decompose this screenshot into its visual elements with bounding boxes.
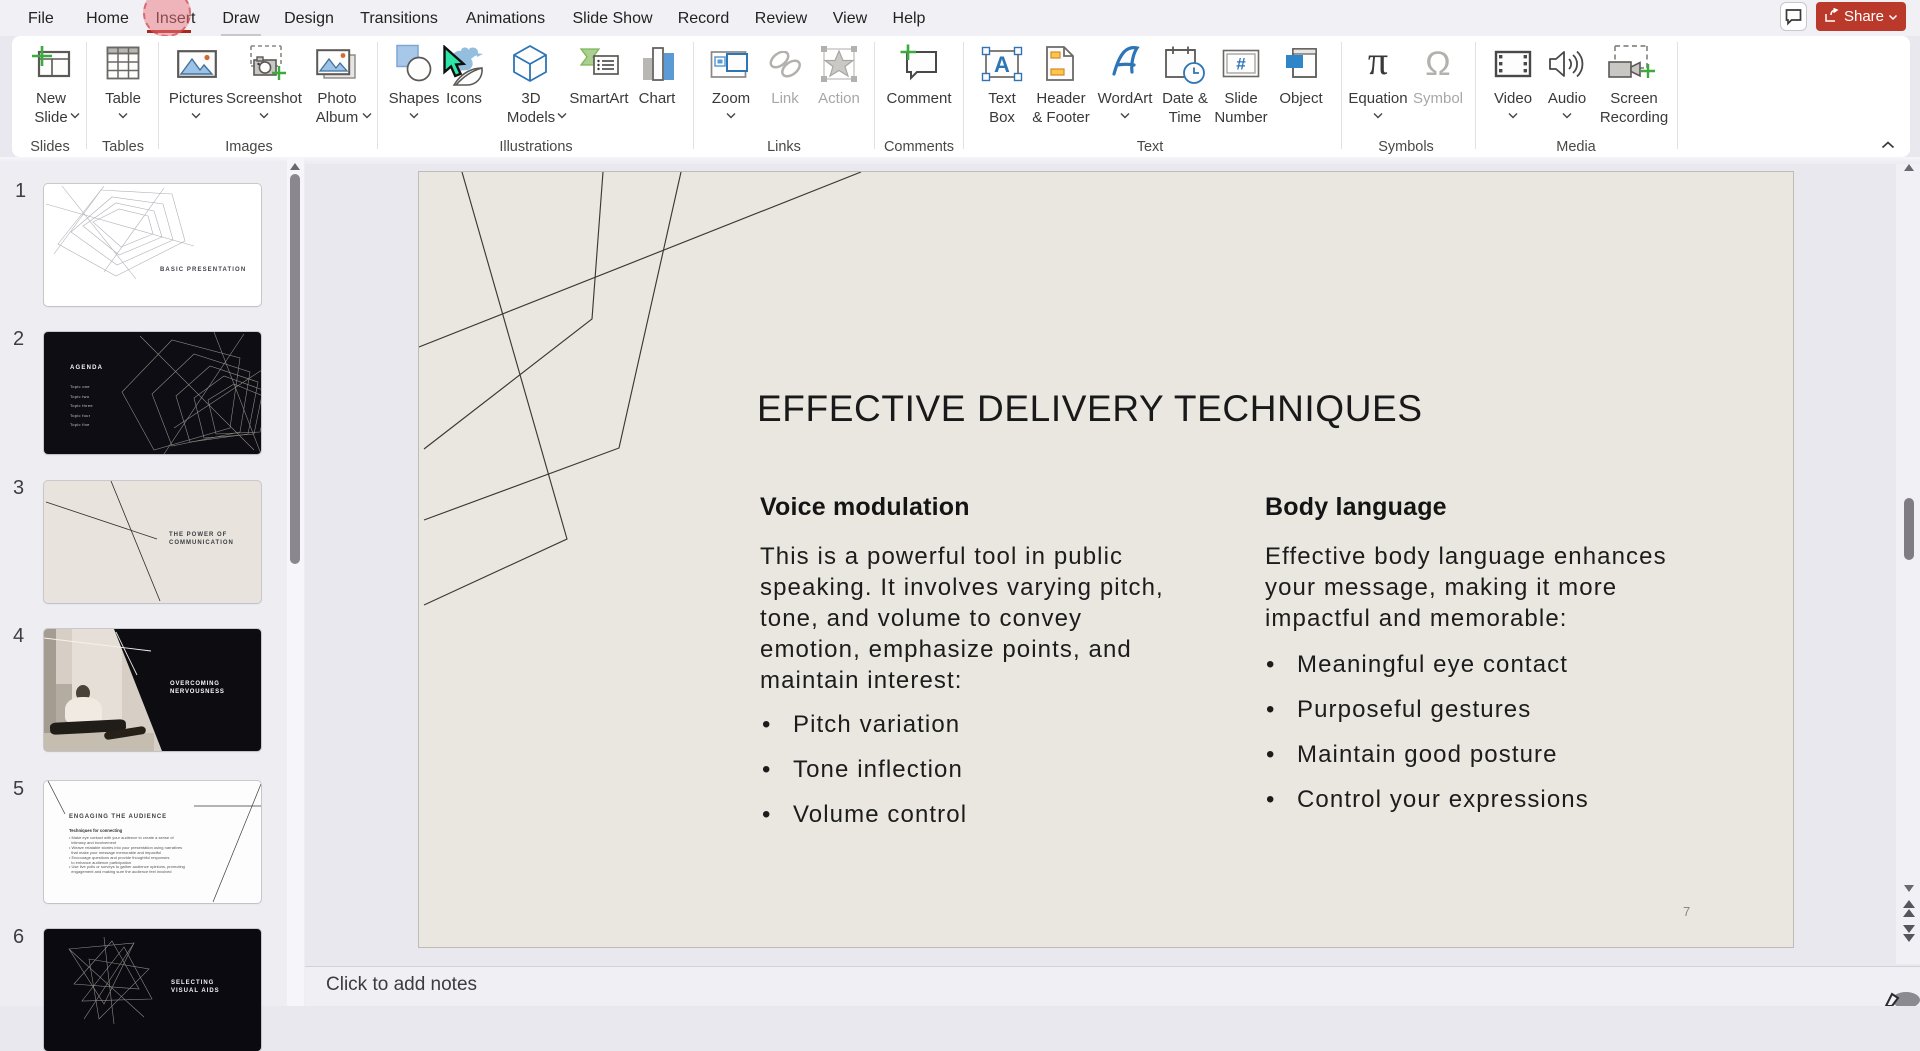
svg-text:π: π — [1368, 46, 1388, 80]
svg-text:A: A — [994, 52, 1010, 77]
svg-text:#: # — [1236, 55, 1246, 74]
svg-text:Ω: Ω — [1425, 47, 1450, 81]
